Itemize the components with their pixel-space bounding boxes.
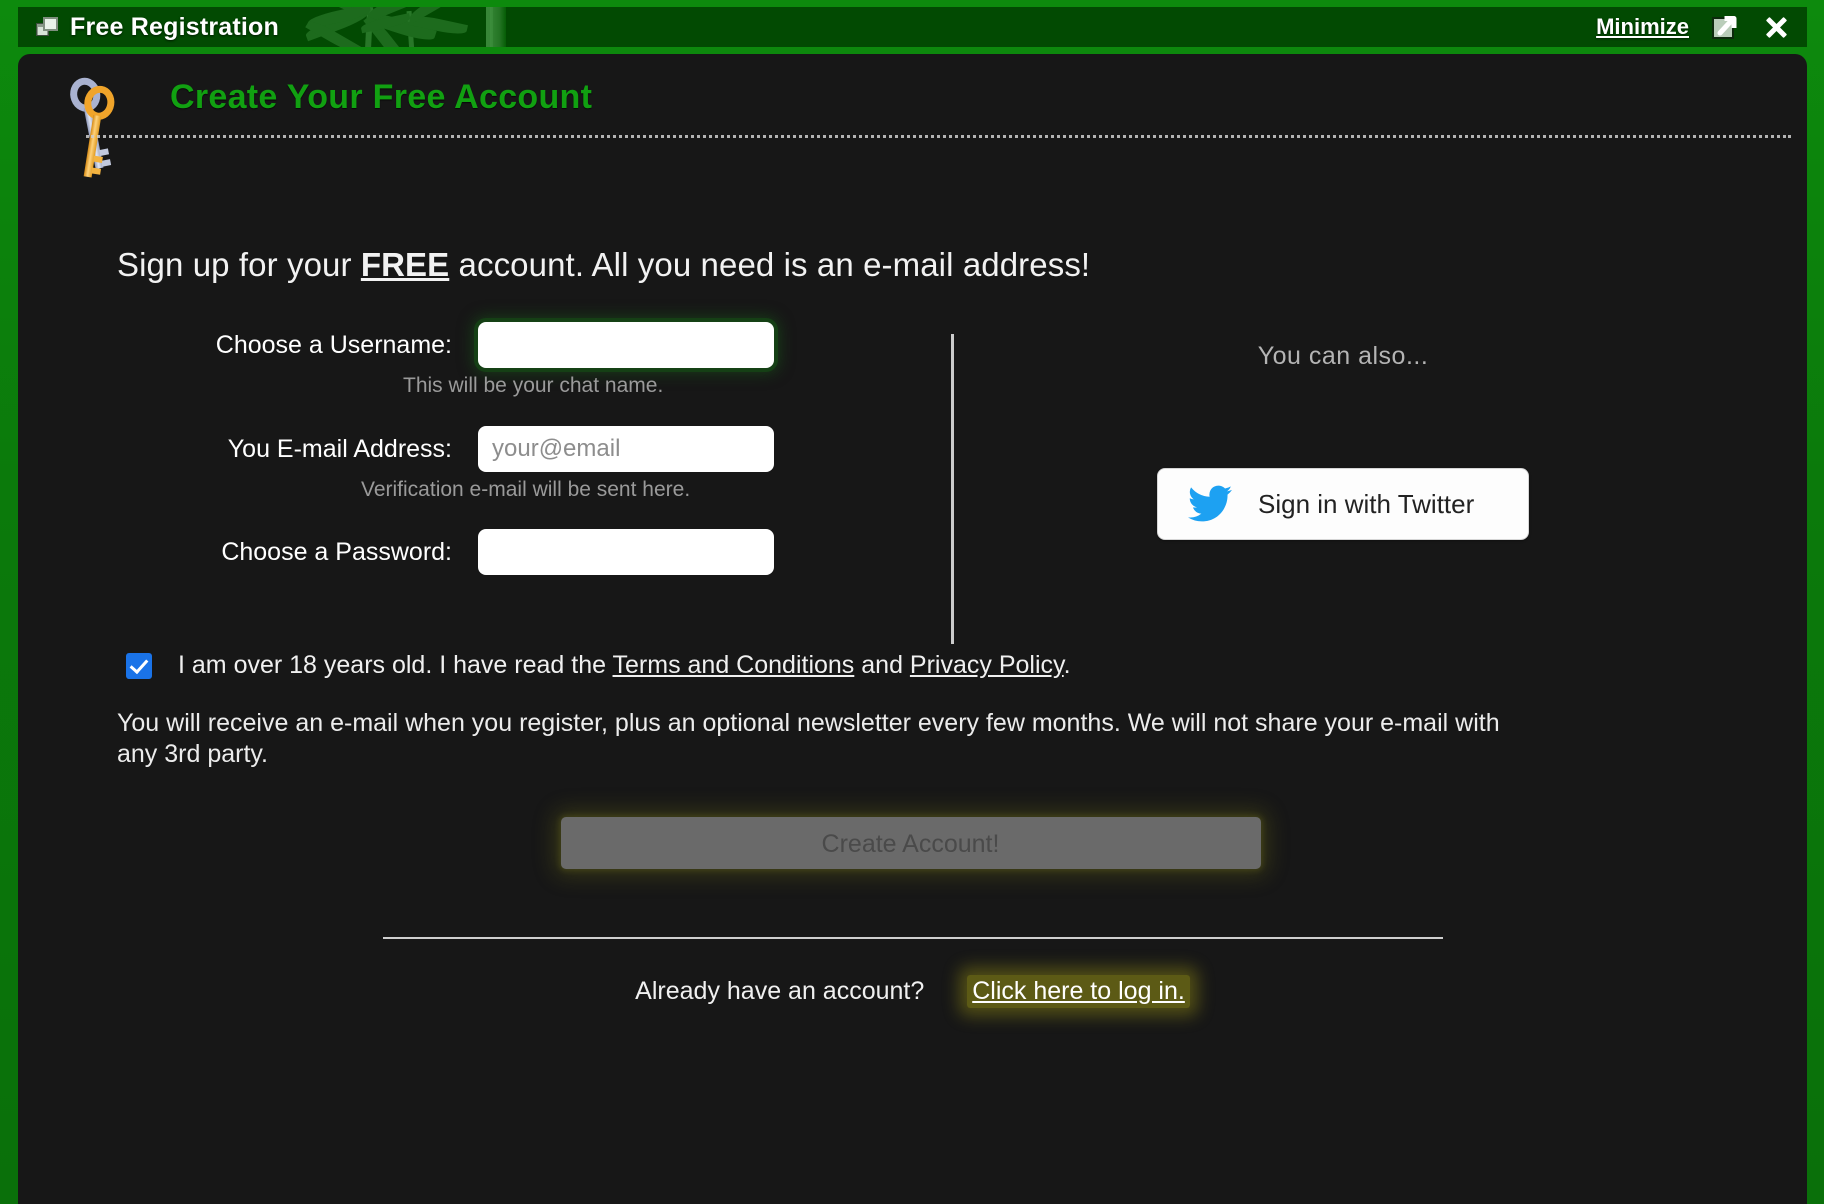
twitter-signin-label: Sign in with Twitter (1258, 488, 1475, 519)
minimize-button[interactable]: Minimize (1596, 14, 1689, 40)
age-terms-checkbox[interactable] (126, 652, 152, 679)
headline-after: account. All you need is an e-mail addre… (449, 246, 1091, 283)
keys-icon (63, 72, 135, 182)
panel-header: Create Your Free Account (18, 54, 1807, 178)
window-title: Free Registration (70, 12, 280, 41)
login-link[interactable]: Click here to log in. (967, 975, 1190, 1008)
consent-text-middle: and (854, 651, 910, 679)
registration-panel: Create Your Free Account Sign up for you… (18, 54, 1807, 1204)
cascade-windows-icon (36, 17, 58, 37)
password-label: Choose a Password: (221, 537, 452, 566)
create-account-button[interactable]: Create Account! (560, 817, 1261, 869)
username-row: Choose a Username: (138, 322, 858, 368)
consent-row: I am over 18 years old. I have read the … (126, 651, 1807, 680)
headline-before: Sign up for your (117, 246, 361, 283)
page-title: Create Your Free Account (170, 78, 593, 116)
submit-row: Create Account! (18, 817, 1807, 869)
close-icon[interactable] (1761, 12, 1791, 42)
headline-emphasis: FREE (360, 246, 450, 283)
email-notice: You will receive an e-mail when you regi… (117, 709, 1500, 768)
username-hint: This will be your chat name. (403, 374, 664, 397)
password-row: Choose a Password: (138, 529, 858, 575)
email-row: You E-mail Address: (138, 426, 858, 472)
signup-form: Choose a Username: This will be your cha… (18, 322, 1807, 644)
popout-icon[interactable] (1711, 13, 1739, 41)
email-label: You E-mail Address: (227, 434, 452, 463)
email-input[interactable] (478, 426, 774, 472)
username-label: Choose a Username: (215, 330, 452, 359)
login-prompt-text: Already have an account? (635, 977, 925, 1005)
privacy-link[interactable]: Privacy Policy (910, 651, 1064, 679)
alternate-signin-column: You can also... Sign in with Twitter (998, 322, 1688, 540)
terms-link[interactable]: Terms and Conditions (613, 651, 855, 679)
password-input[interactable] (478, 529, 774, 575)
palm-tree-decoration (248, 7, 518, 47)
footer-divider (382, 937, 1443, 939)
headline: Sign up for your FREE account. All you n… (117, 246, 1807, 284)
titlebar-light-band (490, 7, 506, 47)
window-titlebar: Free Registration Minimize (18, 7, 1807, 47)
header-divider (86, 135, 1791, 138)
column-divider (951, 334, 954, 644)
twitter-bird-icon (1188, 485, 1232, 522)
window-controls: Minimize (1596, 7, 1791, 47)
twitter-signin-button[interactable]: Sign in with Twitter (1157, 468, 1529, 540)
consent-text-before: I am over 18 years old. I have read the (178, 651, 613, 679)
username-input[interactable] (478, 322, 774, 368)
login-prompt-row: Already have an account? Click here to l… (18, 975, 1807, 1008)
consent-text: I am over 18 years old. I have read the … (178, 651, 1071, 680)
alternate-signin-title: You can also... (1257, 342, 1429, 370)
registration-window: Free Registration Minimize Create Your F… (0, 0, 1824, 1204)
consent-text-after: . (1063, 651, 1071, 679)
email-hint: Verification e-mail will be sent here. (361, 478, 691, 501)
